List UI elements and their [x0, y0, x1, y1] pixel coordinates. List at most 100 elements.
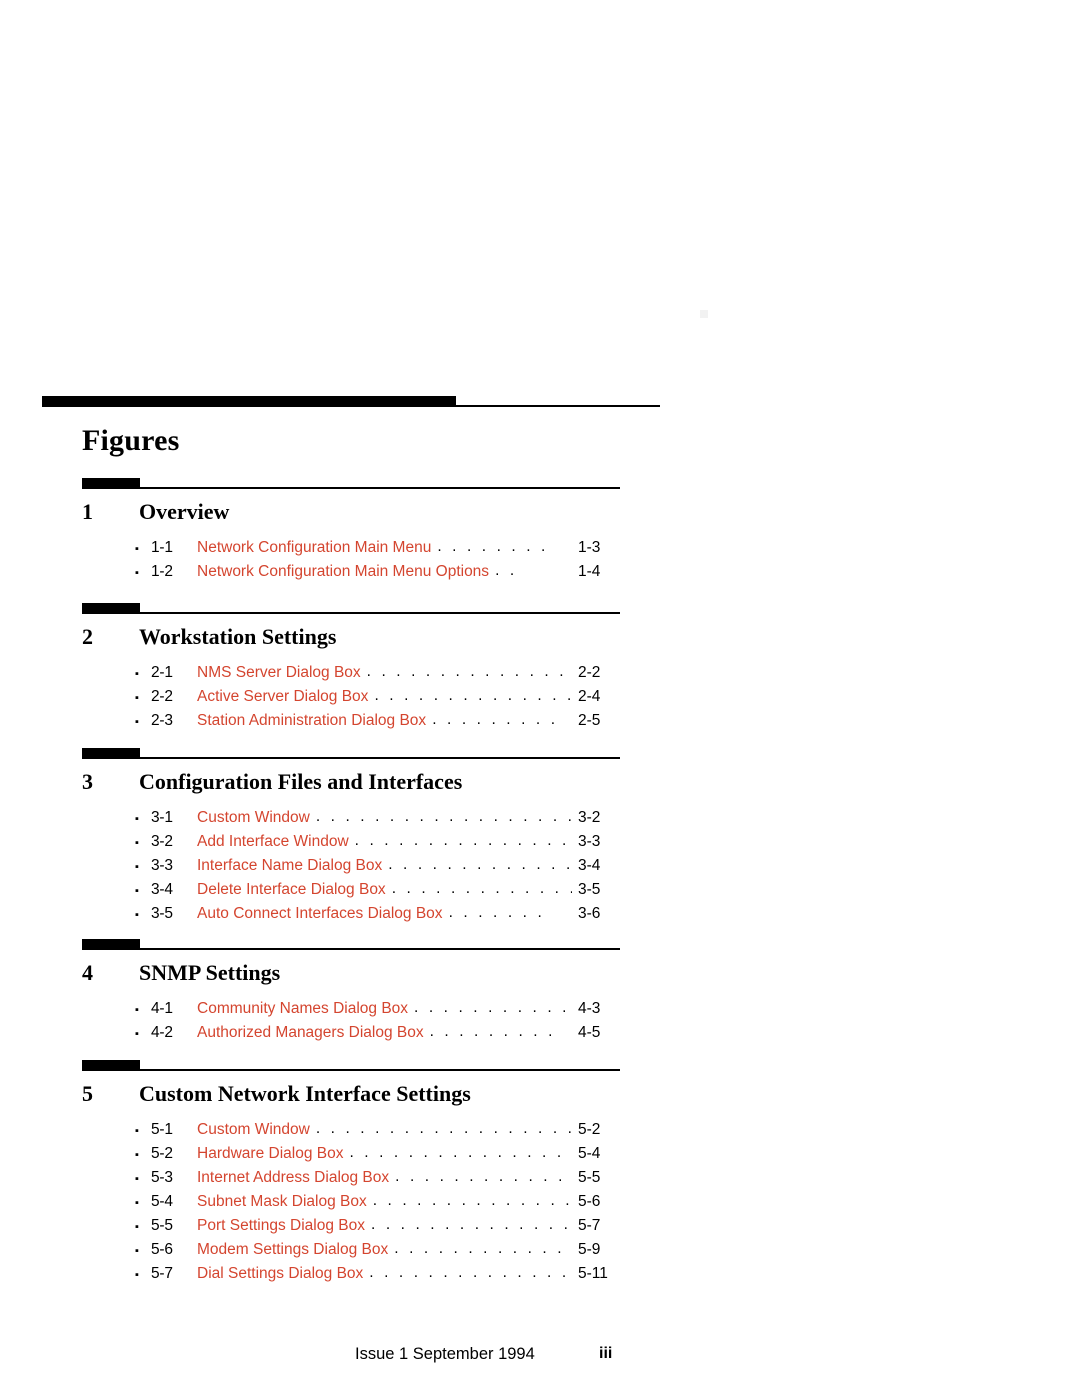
figure-page-number: 5-2: [578, 1121, 601, 1138]
bullet-icon: ▪: [135, 909, 139, 921]
figure-title-link[interactable]: Network Configuration Main Menu Options: [197, 560, 495, 584]
page-title: Figures: [82, 424, 180, 457]
leader-dots: . . . . . . . . .: [432, 711, 559, 728]
figure-page-number: 3-6: [578, 905, 601, 922]
figure-page-number: 5-11: [578, 1265, 608, 1282]
figure-number: 5-3: [151, 1169, 173, 1186]
figure-title-link[interactable]: Custom Window: [197, 806, 316, 830]
leader-dots: . . . . . . . . . . . . . .: [394, 1240, 572, 1257]
figure-entry[interactable]: ▪ 1-2 Network Configuration Main Menu Opti…: [82, 560, 622, 584]
figure-page-number: 5-7: [578, 1217, 601, 1234]
figure-entry[interactable]: ▪ 5-2 Hardware Dialog Box. . . . . . . . .…: [82, 1142, 622, 1166]
bullet-icon: ▪: [135, 861, 139, 873]
figure-number: 2-1: [151, 664, 173, 681]
leader-dots: . . . . . . . . . . . . . . . .: [369, 1264, 572, 1281]
figure-entry[interactable]: ▪ 3-4 Delete Interface Dialog Box. . . . .…: [82, 878, 622, 902]
figure-page-number: 1-4: [578, 563, 601, 580]
title-rule: [42, 396, 660, 408]
figure-number: 3-3: [151, 857, 173, 874]
figure-title-link[interactable]: Interface Name Dialog Box: [197, 854, 388, 878]
figure-entry[interactable]: ▪ 2-3 Station Administration Dialog Box. .…: [82, 709, 622, 733]
chapter-rule-line: [82, 487, 620, 489]
bullet-icon: ▪: [135, 567, 139, 579]
chapter-heading: 5 Custom Network Interface Settings: [82, 1081, 622, 1111]
leader-dots: . . . . . . . . . . . . . . . . . . . . …: [315, 808, 572, 825]
chapter-figure-list: ▪ 3-1 Custom Window. . . . . . . . . . . .…: [82, 806, 622, 926]
chapter-rule: [82, 748, 622, 759]
figure-entry[interactable]: ▪ 1-1 Network Configuration Main Menu. . .…: [82, 536, 622, 560]
figure-title-link[interactable]: Community Names Dialog Box: [197, 997, 414, 1021]
figure-number: 1-2: [151, 563, 173, 580]
figure-entry[interactable]: ▪ 5-4 Subnet Mask Dialog Box. . . . . . . …: [82, 1190, 622, 1214]
figure-page-number: 3-2: [578, 809, 601, 826]
figure-number: 3-1: [151, 809, 173, 826]
figure-title-link[interactable]: Network Configuration Main Menu: [197, 536, 437, 560]
figure-title-link[interactable]: Active Server Dialog Box: [197, 685, 374, 709]
figure-title-link[interactable]: Auto Connect Interfaces Dialog Box: [197, 902, 449, 926]
figure-entry[interactable]: ▪ 5-1 Custom Window. . . . . . . . . . . .…: [82, 1118, 622, 1142]
title-rule-thin: [42, 405, 660, 407]
figure-title-link[interactable]: Authorized Managers Dialog Box: [197, 1021, 430, 1045]
figure-number: 5-4: [151, 1193, 173, 1210]
figure-entry[interactable]: ▪ 4-2 Authorized Managers Dialog Box. . . …: [82, 1021, 622, 1045]
footer-issue-text: Issue 1 September 1994: [355, 1345, 535, 1363]
figure-entry[interactable]: ▪ 3-5 Auto Connect Interfaces Dialog Box. …: [82, 902, 622, 926]
leader-dots: . . . . . . . . . . . . . . . . . . .: [349, 1144, 572, 1161]
chapter-title: SNMP Settings: [139, 960, 281, 985]
leader-dots: . . . . . . . . . . . . . .: [388, 856, 572, 873]
bullet-icon: ▪: [135, 1004, 139, 1016]
figure-entry[interactable]: ▪ 5-6 Modem Settings Dialog Box. . . . . .…: [82, 1238, 622, 1262]
figure-entry[interactable]: ▪ 3-2 Add Interface Window. . . . . . . . …: [82, 830, 622, 854]
figure-number: 4-2: [151, 1024, 173, 1041]
figure-entry[interactable]: ▪ 5-5 Port Settings Dialog Box. . . . . . …: [82, 1214, 622, 1238]
chapter-heading: 4 SNMP Settings: [82, 960, 622, 990]
figure-title-link[interactable]: Modem Settings Dialog Box: [197, 1238, 394, 1262]
bullet-icon: ▪: [135, 1245, 139, 1257]
figure-title-link[interactable]: NMS Server Dialog Box: [197, 661, 367, 685]
leader-dots: . . . . . . . . .: [429, 1023, 556, 1040]
figure-page-number: 2-5: [578, 712, 601, 729]
figure-title-link[interactable]: Hardware Dialog Box: [197, 1142, 349, 1166]
figure-entry[interactable]: ▪ 5-3 Internet Address Dialog Box. . . . .…: [82, 1166, 622, 1190]
chapter-block: 2 Workstation Settings ▪ 2-1 NMS Server Dial…: [82, 603, 622, 733]
figure-title-link[interactable]: Add Interface Window: [197, 830, 355, 854]
figure-page-number: 4-5: [578, 1024, 601, 1041]
chapter-heading: 3 Configuration Files and Interfaces: [82, 769, 622, 799]
figure-number: 5-6: [151, 1241, 173, 1258]
figure-entry[interactable]: ▪ 3-1 Custom Window. . . . . . . . . . . .…: [82, 806, 622, 830]
bullet-icon: ▪: [135, 543, 139, 555]
figure-title-link[interactable]: Custom Window: [197, 1118, 316, 1142]
figure-title-link[interactable]: Delete Interface Dialog Box: [197, 878, 392, 902]
bullet-icon: ▪: [135, 813, 139, 825]
chapter-number: 3: [82, 769, 93, 794]
figure-title-link[interactable]: Subnet Mask Dialog Box: [197, 1190, 373, 1214]
figure-number: 2-3: [151, 712, 173, 729]
figure-entry[interactable]: ▪ 3-3 Interface Name Dialog Box. . . . . .…: [82, 854, 622, 878]
figure-title-link[interactable]: Dial Settings Dialog Box: [197, 1262, 369, 1286]
figure-entry[interactable]: ▪ 2-2 Active Server Dialog Box. . . . . . …: [82, 685, 622, 709]
bullet-icon: ▪: [135, 837, 139, 849]
bullet-icon: ▪: [135, 1269, 139, 1281]
bullet-icon: ▪: [135, 1149, 139, 1161]
figure-number: 5-2: [151, 1145, 173, 1162]
bullet-icon: ▪: [135, 1173, 139, 1185]
figure-entry[interactable]: ▪ 5-7 Dial Settings Dialog Box. . . . . . …: [82, 1262, 622, 1286]
leader-dots: . . . . . . . . . . . . . . . . . . . . …: [315, 1120, 572, 1137]
chapter-heading: 1 Overview: [82, 499, 622, 529]
figure-entry[interactable]: ▪ 2-1 NMS Server Dialog Box. . . . . . . .…: [82, 661, 622, 685]
bullet-icon: ▪: [135, 885, 139, 897]
figure-number: 3-4: [151, 881, 173, 898]
figure-page-number: 3-5: [578, 881, 601, 898]
figure-number: 5-5: [151, 1217, 173, 1234]
leader-dots: . . . . . . . . . . . . .: [391, 880, 572, 897]
chapter-title: Custom Network Interface Settings: [139, 1081, 471, 1106]
figure-title-link[interactable]: Port Settings Dialog Box: [197, 1214, 371, 1238]
chapter-block: 4 SNMP Settings ▪ 4-1 Community Names Dialog…: [82, 939, 622, 1045]
figure-title-link[interactable]: Internet Address Dialog Box: [197, 1166, 395, 1190]
figure-entry[interactable]: ▪ 4-1 Community Names Dialog Box. . . . . …: [82, 997, 622, 1021]
figure-title-link[interactable]: Station Administration Dialog Box: [197, 709, 432, 733]
figure-number: 5-1: [151, 1121, 173, 1138]
figure-page-number: 5-6: [578, 1193, 601, 1210]
chapter-rule-line: [82, 612, 620, 614]
figure-page-number: 2-2: [578, 664, 601, 681]
